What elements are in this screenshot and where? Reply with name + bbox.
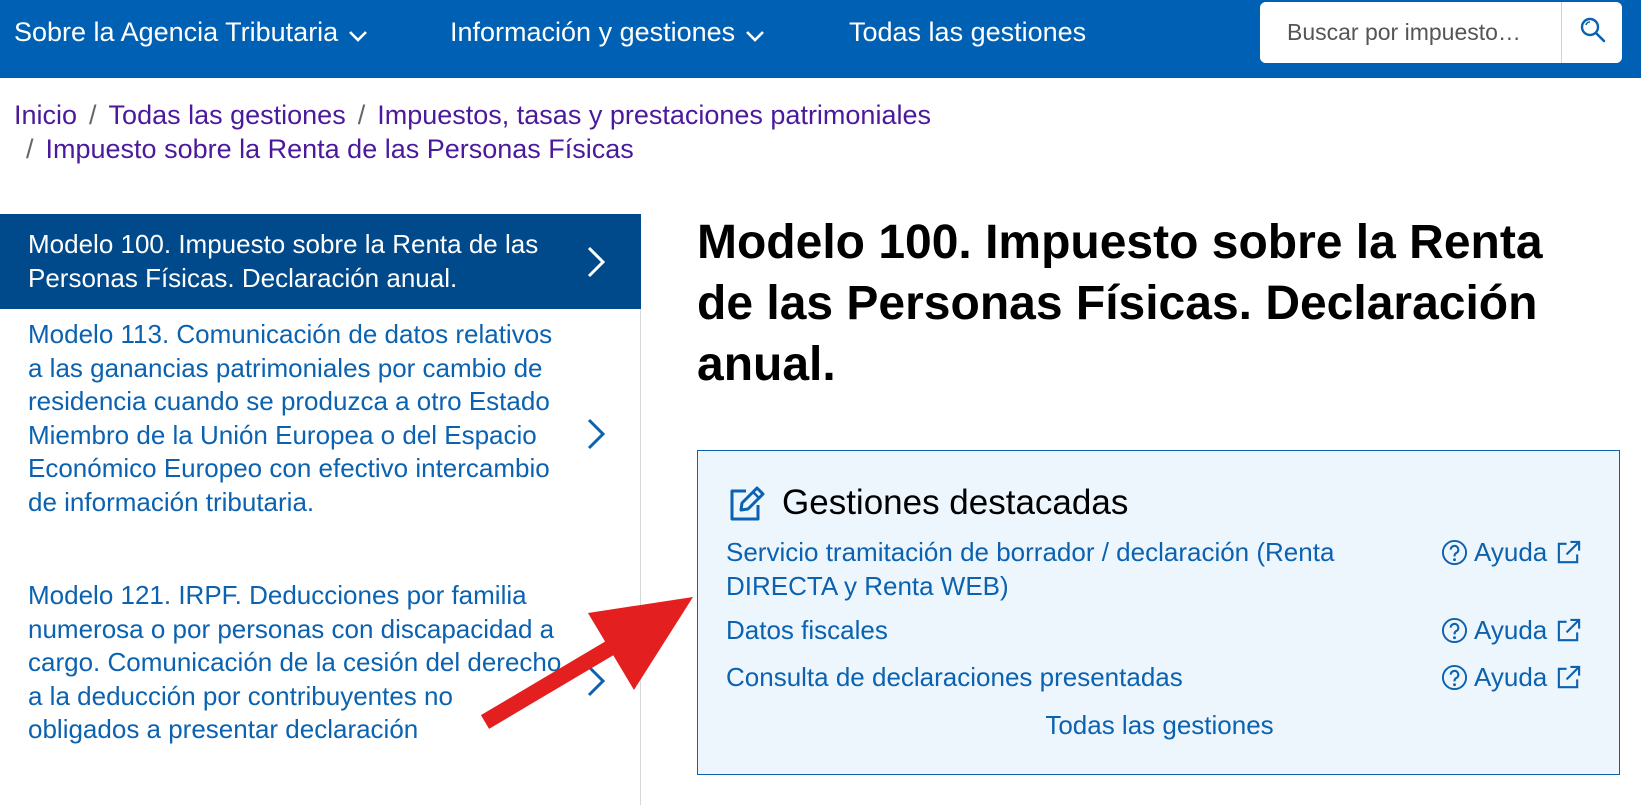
link-servicio-tramitacion[interactable]: Servicio tramitación de borrador / decla… [726, 535, 1406, 603]
nav-informacion-gestiones[interactable]: Información y gestiones [450, 14, 765, 50]
question-icon [1441, 617, 1468, 643]
annotation-arrow [480, 597, 693, 729]
help-link[interactable]: Ayuda [1441, 613, 1582, 647]
chevron-down-icon [348, 16, 368, 52]
question-icon [1441, 539, 1468, 565]
chevron-right-icon [587, 418, 606, 450]
link-todas-gestiones[interactable]: Todas las gestiones [698, 708, 1621, 742]
breadcrumb-todas-gestiones[interactable]: Todas las gestiones [109, 100, 346, 130]
breadcrumb-line-2: / Impuesto sobre la Renta de las Personas… [14, 132, 1014, 166]
link-consulta-declaraciones[interactable]: Consulta de declaraciones presentadas [726, 660, 1406, 694]
nav-todas-gestiones[interactable]: Todas las gestiones [849, 14, 1086, 50]
external-link-icon [1558, 618, 1581, 641]
help-label: Ayuda [1474, 615, 1548, 645]
breadcrumb-irpf[interactable]: Impuesto sobre la Renta de las Personas … [46, 134, 634, 164]
nav-informacion-gestiones-label: Información y gestiones [450, 17, 736, 47]
question-icon [1441, 664, 1468, 690]
breadcrumb-separator: / [89, 100, 97, 130]
search-input[interactable] [1260, 2, 1560, 63]
help-link[interactable]: Ayuda [1441, 535, 1582, 569]
help-label: Ayuda [1474, 537, 1548, 567]
sidebar-item-label: Modelo 100. Impuesto sobre la Renta de l… [28, 229, 539, 293]
breadcrumb: Inicio / Todas las gestiones / Impuestos, ta… [14, 98, 1014, 132]
page-title: Modelo 100. Impuesto sobre la Renta de l… [697, 216, 1543, 391]
external-link-icon [1558, 665, 1581, 688]
breadcrumb-separator: / [26, 134, 34, 164]
help-link[interactable]: Ayuda [1441, 660, 1582, 694]
sidebar-item-modelo-113[interactable]: Modelo 113. Comunicación de datos relati… [0, 318, 641, 519]
featured-title: Gestiones destacadas [782, 483, 1129, 522]
top-nav-bar: Sobre la Agencia Tributaria Información … [0, 0, 1641, 78]
nav-sobre-agencia[interactable]: Sobre la Agencia Tributaria [14, 14, 368, 50]
chevron-right-icon [587, 246, 606, 278]
sidebar-item-label: Modelo 113. Comunicación de datos relati… [28, 319, 553, 517]
link-datos-fiscales[interactable]: Datos fiscales [726, 613, 1406, 647]
external-link-icon [1558, 540, 1581, 563]
breadcrumb-separator: / [357, 100, 366, 130]
edit-icon [730, 486, 765, 521]
nav-sobre-agencia-label: Sobre la Agencia Tributaria [14, 17, 339, 47]
breadcrumb-inicio[interactable]: Inicio [14, 100, 77, 130]
help-label: Ayuda [1474, 662, 1548, 692]
breadcrumb-impuestos-tasas[interactable]: Impuestos, tasas y prestaciones patrimon… [377, 100, 931, 130]
search-icon [1579, 16, 1607, 49]
chevron-down-icon [745, 16, 765, 52]
featured-operations-panel: Gestiones destacadas Servicio tramitació… [697, 450, 1620, 775]
sidebar-item-modelo-100[interactable]: Modelo 100. Impuesto sobre la Renta de l… [0, 214, 641, 309]
search-box [1260, 2, 1622, 63]
search-button[interactable] [1561, 2, 1622, 63]
